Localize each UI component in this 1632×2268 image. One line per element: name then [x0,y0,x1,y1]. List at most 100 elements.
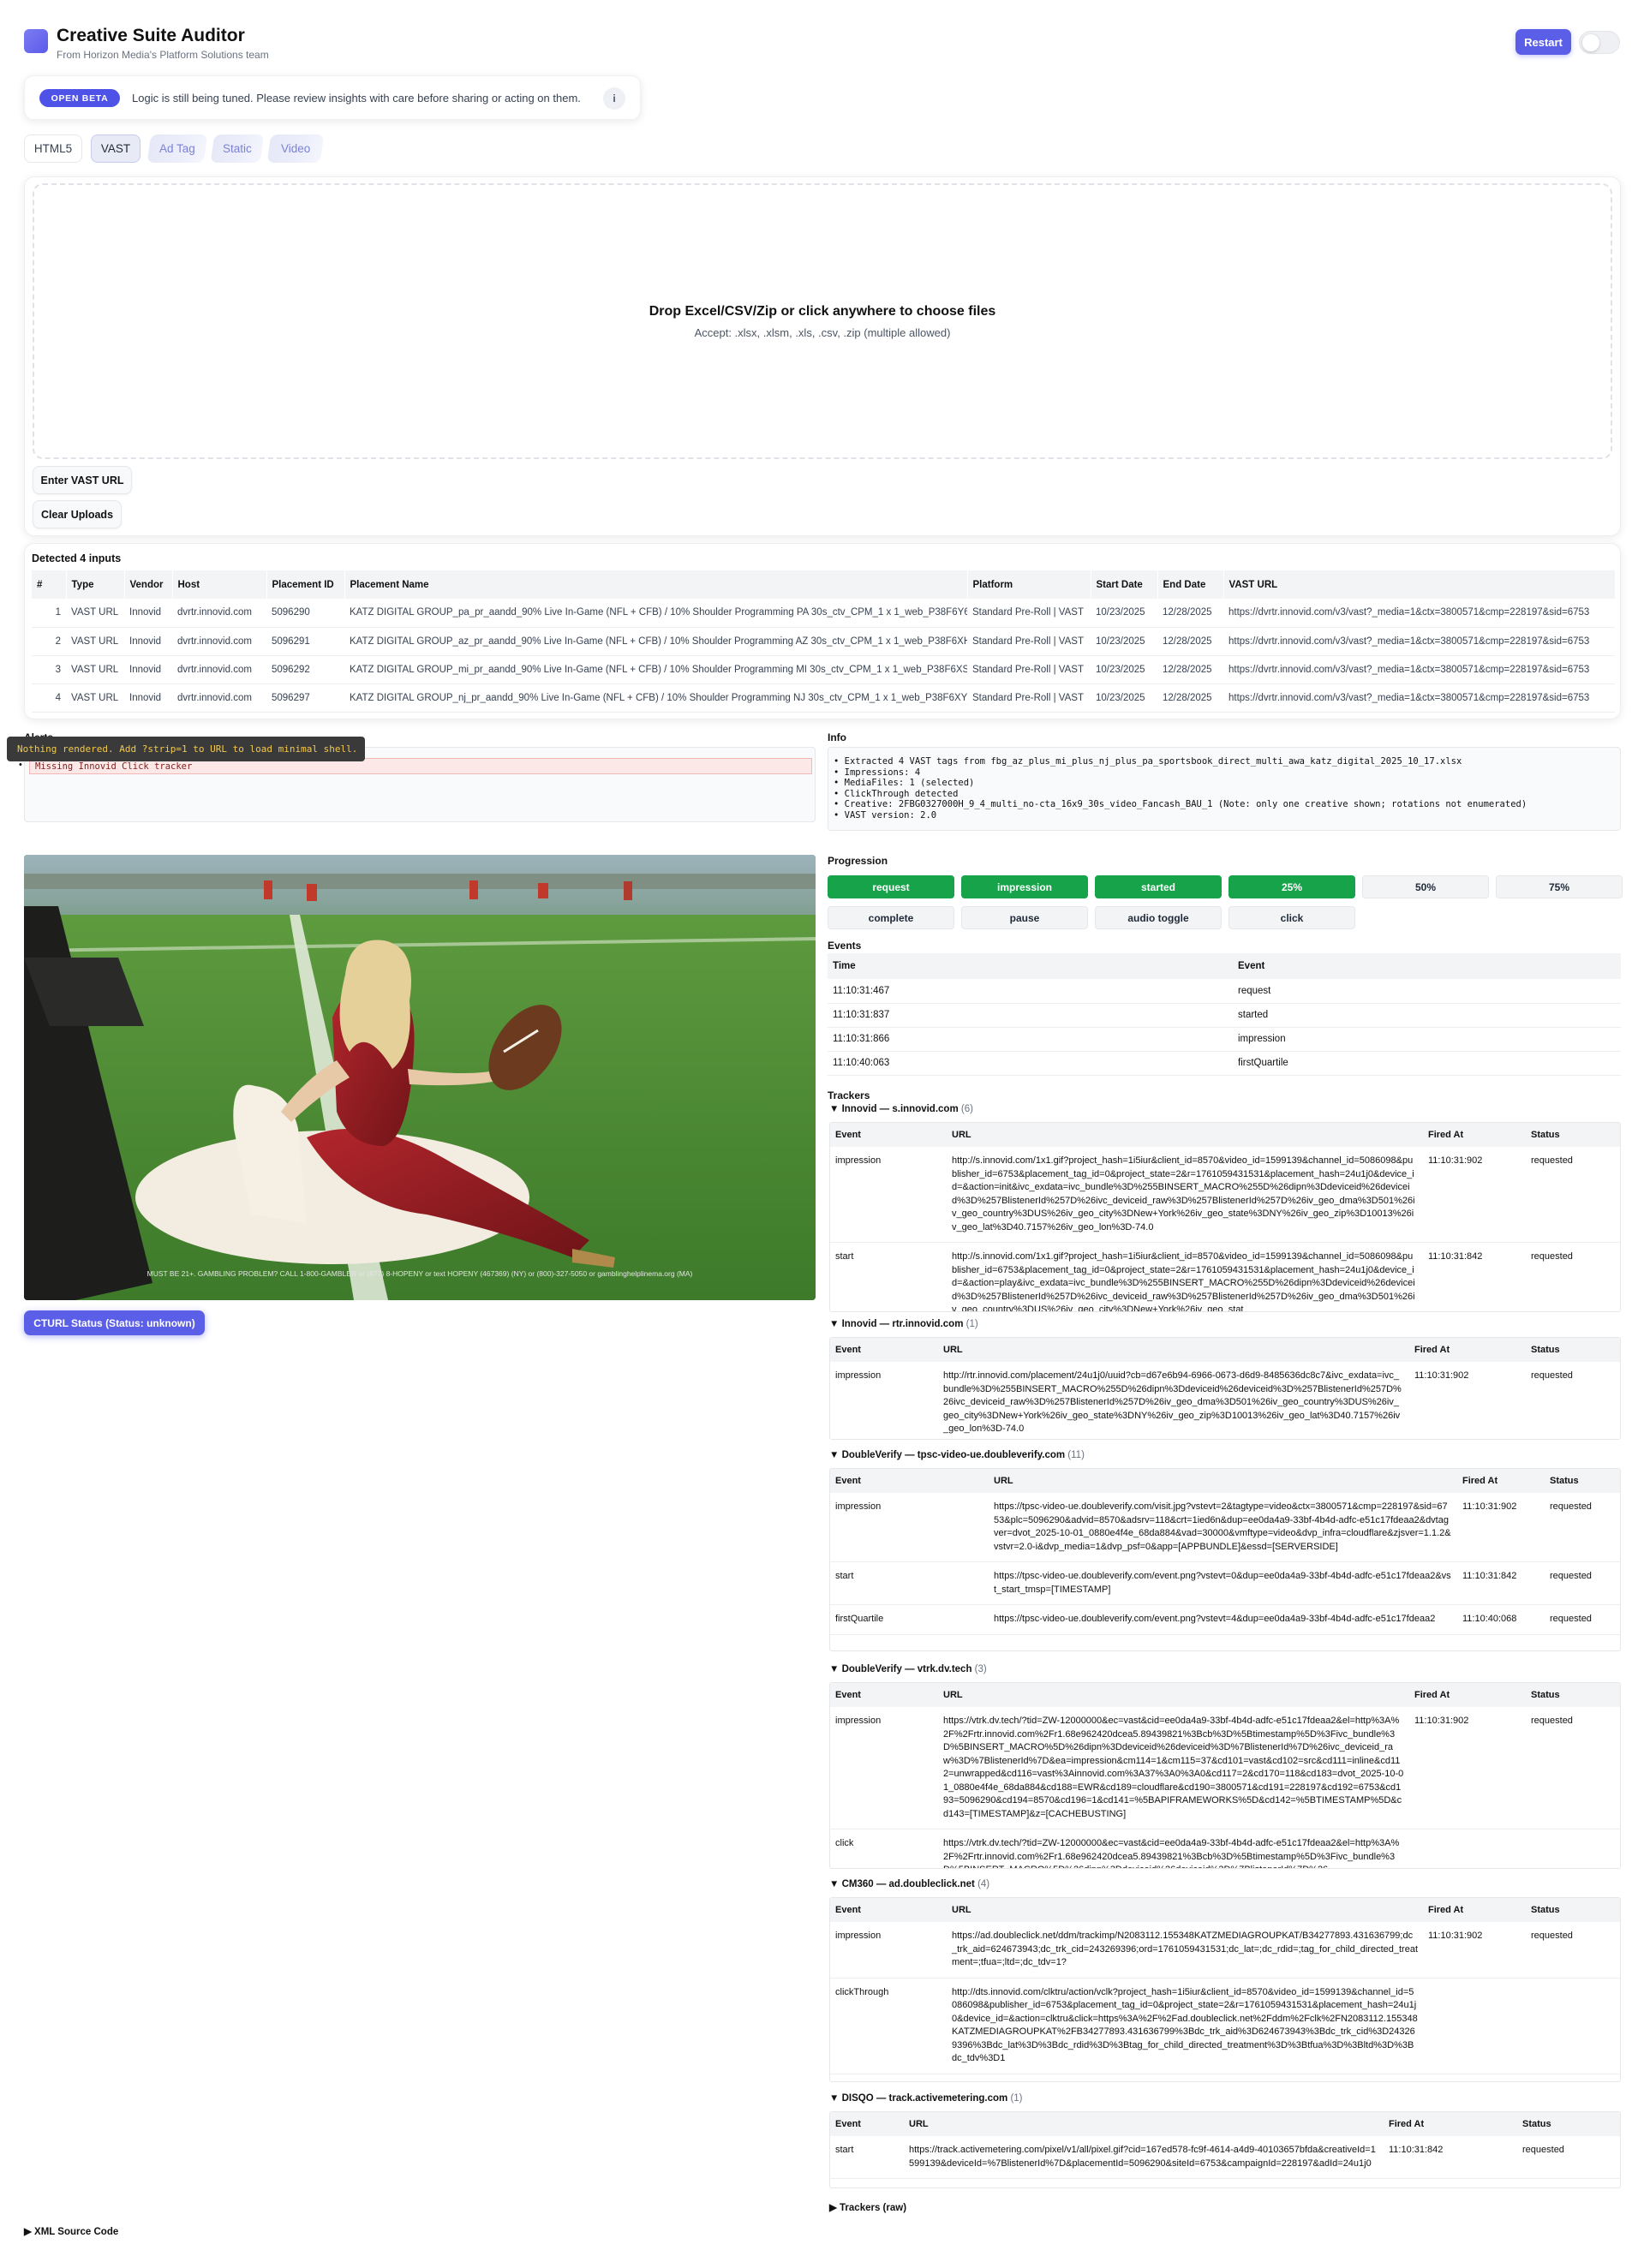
tracker-fired-at [1423,1978,1526,2074]
tracker-fired-at: 11:10:31:842 [1457,1561,1545,1605]
detected-inputs-table: # Type Vendor Host Placement ID Placement Nam… [32,570,1616,713]
table-cell: KATZ DIGITAL GROUP_nj_pr_aandd_90% Live … [344,683,967,713]
column-header: Host [172,570,267,599]
video-player[interactable]: MUST BE 21+. GAMBLING PROBLEM? CALL 1-80… [24,855,816,1300]
progression-click-button[interactable]: click [1228,906,1355,929]
detected-inputs-title: Detected 4 inputs [32,552,122,564]
clear-uploads-button[interactable]: Clear Uploads [33,500,122,528]
event-cell: started [1233,1003,1621,1028]
tracker-group-count: (1) [1010,2093,1023,2104]
progression-25--button[interactable]: 25% [1228,875,1355,898]
file-drop-zone[interactable]: Drop Excel/CSV/Zip or click anywhere to … [33,183,1612,459]
tracker-fired-at [1409,1829,1526,1868]
column-header: Event [830,1338,938,1362]
tracker-table-box: Event URL Fired At Status impression http://s… [829,1122,1621,1312]
progression-audio-toggle-button[interactable]: audio toggle [1095,906,1222,929]
event-row: 11:10:31:866 impression [828,1027,1621,1052]
theme-toggle[interactable] [1579,31,1620,54]
tracker-event: impression [830,1147,947,1243]
progression-started-button[interactable]: started [1095,875,1222,898]
table-row[interactable]: 4 VAST URL Innovid dvrtr.innovid.com 5096297… [32,683,1615,713]
info-icon[interactable]: i [603,87,625,110]
beta-message: Logic is still being tuned. Please revie… [132,92,581,104]
tracker-group-header[interactable]: ▼ Innovid — rtr.innovid.com (1) [829,1319,978,1329]
column-header: URL [938,1338,1409,1362]
table-cell: https://dvrtr.innovid.com/v3/vast?_media… [1223,655,1615,684]
tab-html5[interactable]: HTML5 [24,134,82,163]
column-header: Fired At [1409,1683,1526,1707]
column-header: Start Date [1091,570,1158,599]
tracker-table-box: Event URL Fired At Status impression https://… [829,1468,1621,1651]
progression-impression-button[interactable]: impression [961,875,1088,898]
table-cell: Innovid [124,655,172,684]
info-line: • VAST version: 2.0 [834,809,937,821]
column-header: Type [66,570,125,599]
tab-vast[interactable]: VAST [91,134,140,163]
column-header: Status [1526,1123,1620,1147]
tracker-group-name: DoubleVerify — vtrk.dv.tech [841,1664,972,1674]
tracker-group-header[interactable]: ▼ CM360 — ad.doubleclick.net (4) [829,1879,989,1889]
restart-button[interactable]: Restart [1515,29,1571,55]
tracker-url: http://dts.innovid.com/clktru/action/vcl… [947,2074,1423,2081]
table-cell: 5096290 [266,599,344,628]
drop-zone-accept: Accept: .xlsx, .xlsm, .xls, .csv, .zip (… [694,325,951,339]
trackers-raw-toggle[interactable]: ▶ Trackers (raw) [829,2201,906,2213]
table-cell: 4 [32,683,66,713]
table-cell: VAST URL [66,627,124,656]
event-cell: firstQuartile [1233,1051,1621,1076]
app-logo [24,29,48,53]
tracker-group-header[interactable]: ▼ Innovid — s.innovid.com (6) [829,1104,973,1114]
tracker-group-count: (6) [960,1104,973,1114]
tracker-group-count: (4) [977,1879,990,1889]
app-title: Creative Suite Auditor [57,26,245,45]
tracker-row: click https://vtrk.dv.tech/?tid=ZW-120000… [830,1829,1620,1868]
tracker-status [1526,1829,1620,1868]
tracker-event: start [830,1242,947,1311]
table-row[interactable]: 2 VAST URL Innovid dvrtr.innovid.com 5096291… [32,627,1615,656]
ctv-status-button[interactable]: CTURL Status (Status: unknown) [24,1310,205,1335]
table-row[interactable]: 3 VAST URL Innovid dvrtr.innovid.com 5096292… [32,655,1615,684]
table-cell: 2 [32,627,66,656]
table-cell: Standard Pre-Roll | VAST [967,683,1091,713]
table-cell: Standard Pre-Roll | VAST [967,655,1091,684]
info-line: • Impressions: 4 [834,767,921,778]
table-cell: Standard Pre-Roll | VAST [967,599,1091,628]
tracker-row: impression https://vtrk.dv.tech/?tid=ZW-1… [830,1707,1620,1829]
tracker-group-header[interactable]: ▼ DoubleVerify — tpsc-video-ue.doublever… [829,1450,1085,1460]
tracker-table: Event URL Fired At Status impression http://s… [830,1123,1620,1311]
column-header: Fired At [1423,1123,1526,1147]
column-header: Event [830,1123,947,1147]
table-cell: Innovid [124,627,172,656]
tracker-row: impression http://s.innovid.com/1x1.gif?p… [830,1147,1620,1243]
progression-pause-button[interactable]: pause [961,906,1088,929]
table-cell: 5096292 [266,655,344,684]
table-cell: 10/23/2025 [1091,655,1157,684]
column-header: Fired At [1409,1338,1526,1362]
tracker-url: https://ad.doubleclick.net/ddm/trackimp/… [947,1922,1423,1979]
tracker-url: https://tpsc-video-ue.doubleverify.com/v… [989,1493,1457,1562]
progression-request-button[interactable]: request [828,875,954,898]
tab-ad-tag[interactable]: Ad Tag [146,134,208,163]
table-row[interactable]: 1 VAST URL Innovid dvrtr.innovid.com 5096290… [32,599,1615,628]
tracker-status [1526,1978,1620,2074]
tracker-group-header[interactable]: ▼ DISQO — track.activemetering.com (1) [829,2093,1023,2104]
tab-video[interactable]: Video [266,134,325,163]
tracker-row: start http://s.innovid.com/1x1.gif?projec… [830,1242,1620,1311]
enter-vast-url-button[interactable]: Enter VAST URL [33,466,132,494]
tab-ad-tag-label: Ad Tag [159,142,195,155]
progression-50--button[interactable]: 50% [1362,875,1489,898]
progression-75--button[interactable]: 75% [1496,875,1623,898]
tracker-fired-at: 11:10:40:068 [1457,1604,1545,1635]
tracker-row: start https://track.activemetering.com/pi… [830,2136,1620,2179]
tab-static[interactable]: Static [210,134,265,163]
xml-source-toggle[interactable]: ▶ XML Source Code [24,2225,118,2237]
table-cell: https://dvrtr.innovid.com/v3/vast?_media… [1223,599,1615,628]
event-cell: impression [1233,1027,1621,1052]
tracker-group-header[interactable]: ▼ DoubleVerify — vtrk.dv.tech (3) [829,1664,987,1674]
info-box: • Extracted 4 VAST tags from fbg_az_plus… [828,747,1621,831]
progression-complete-button[interactable]: complete [828,906,954,929]
table-cell: 10/23/2025 [1091,599,1157,628]
tracker-url: https://track.activemetering.com/pixel/v… [904,2136,1384,2179]
event-cell: 11:10:31:866 [828,1027,1233,1052]
tracker-table-box: Event URL Fired At Status start https://track… [829,2111,1621,2188]
